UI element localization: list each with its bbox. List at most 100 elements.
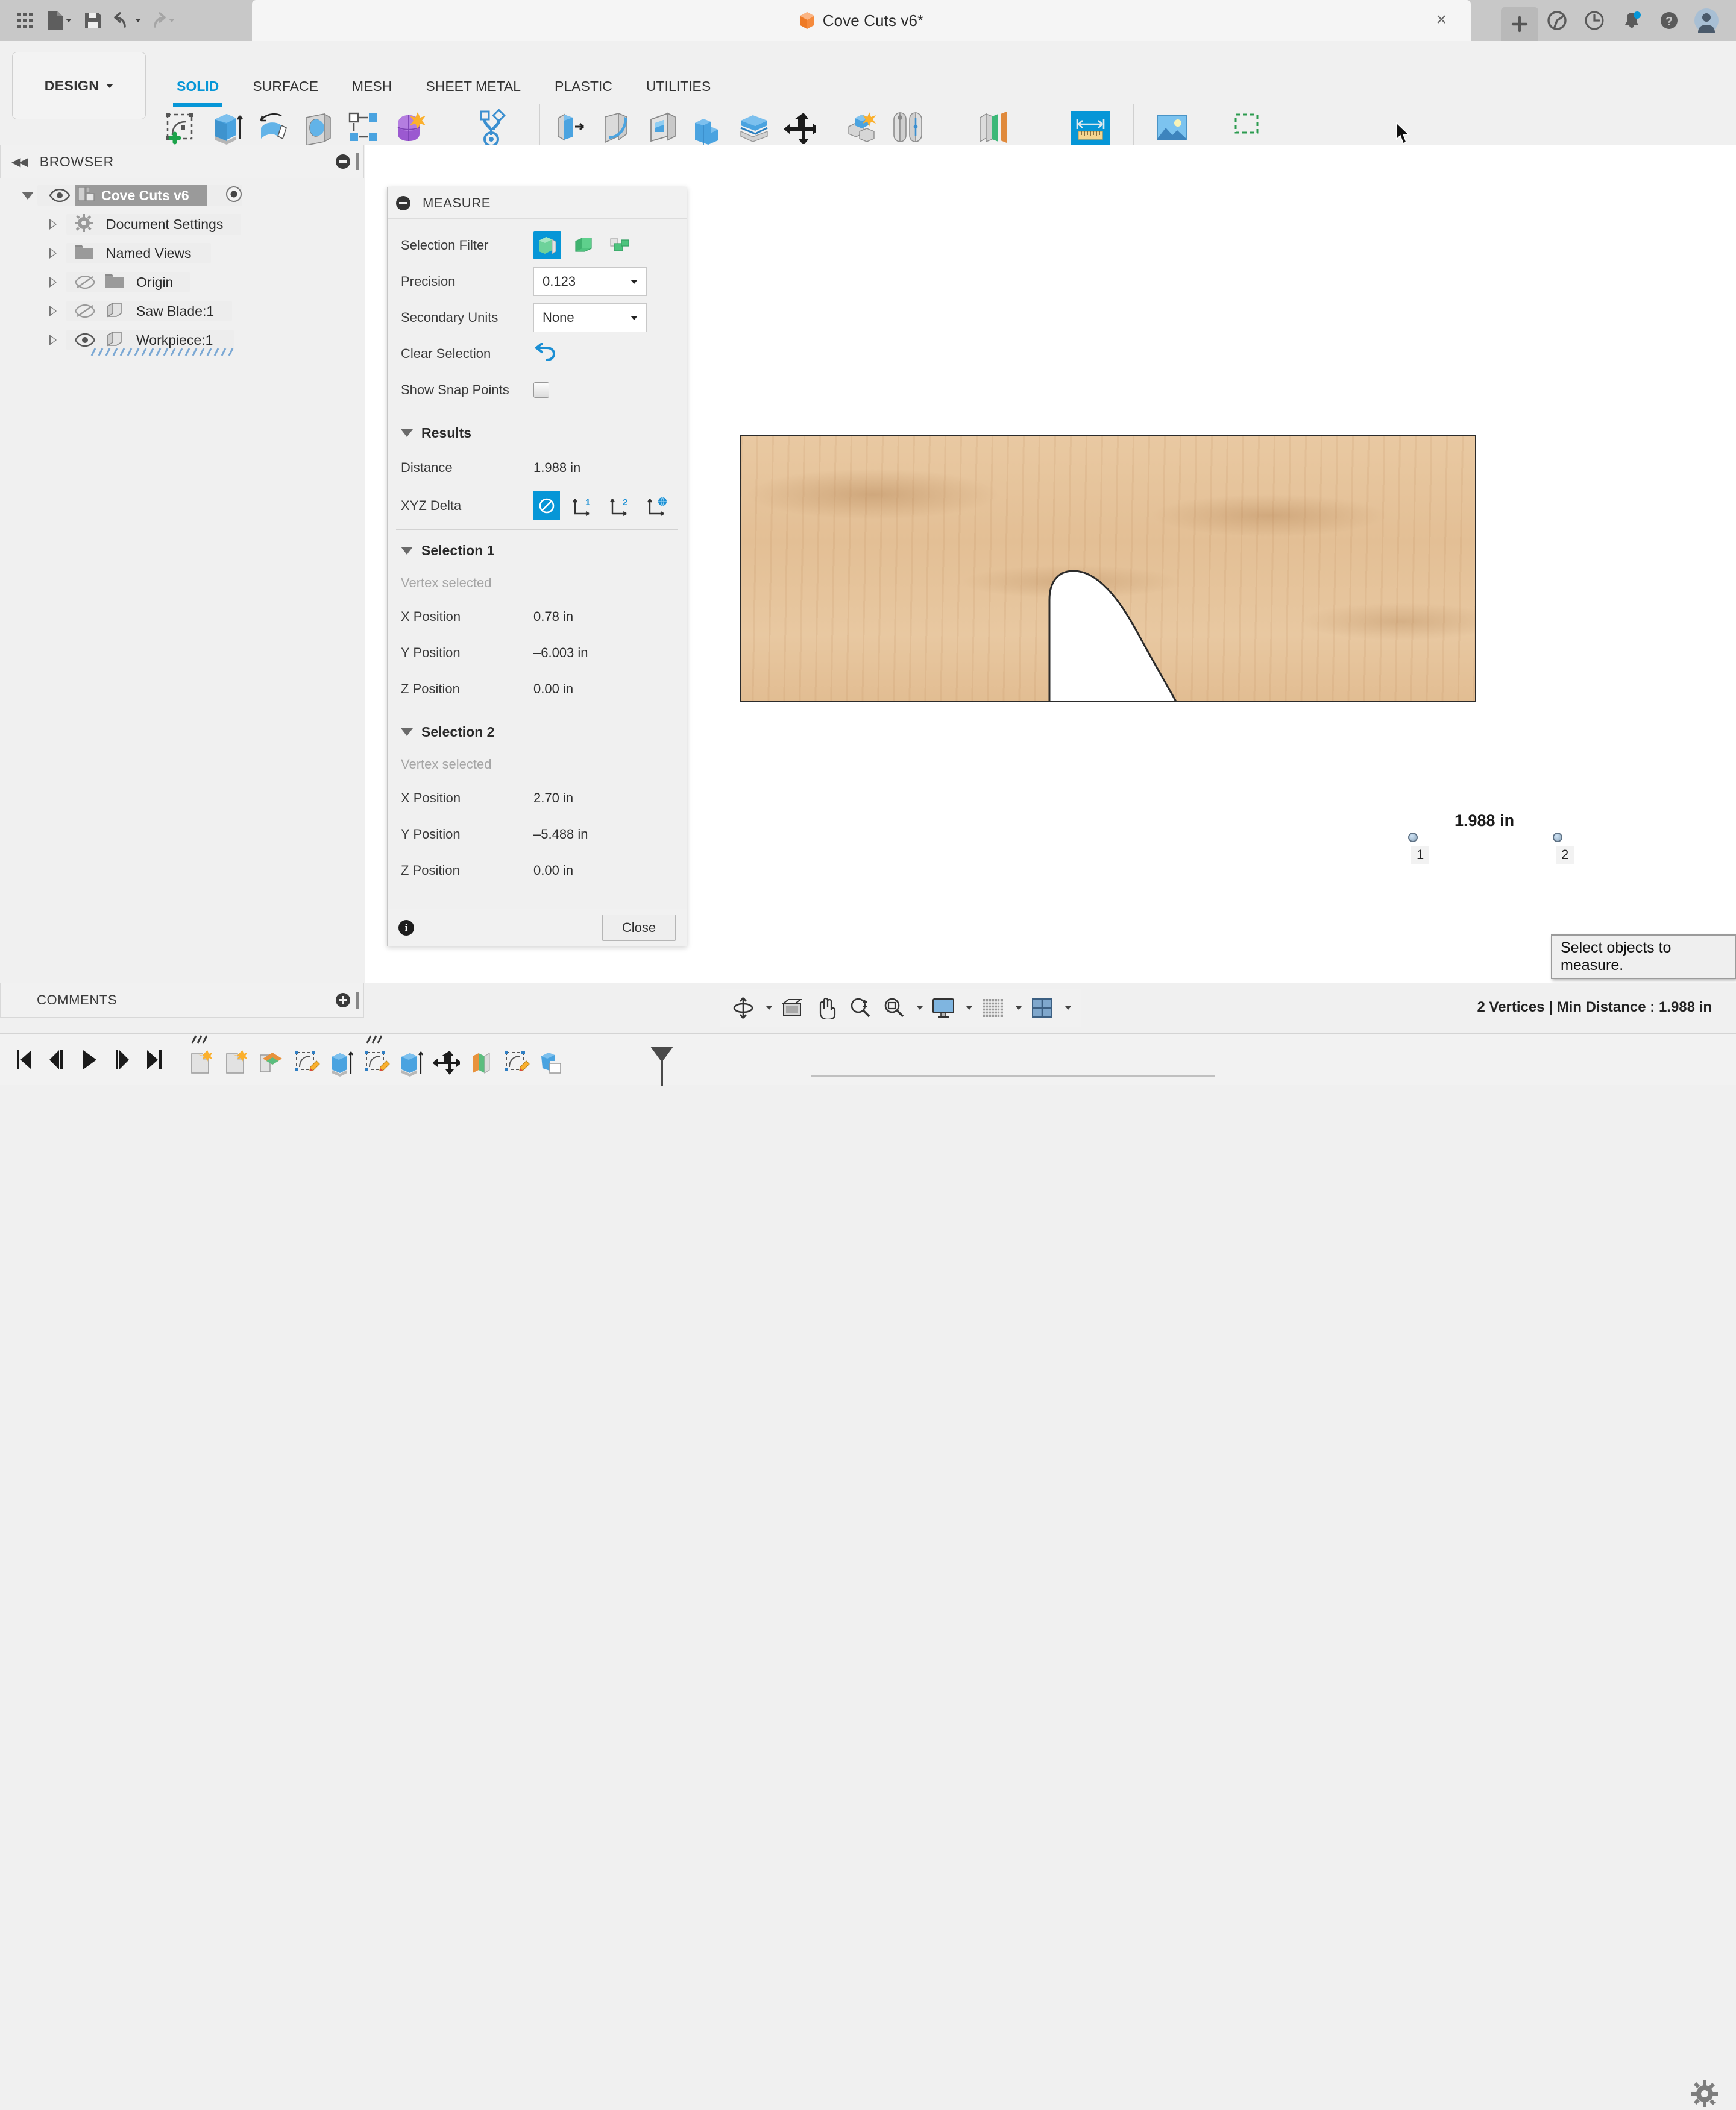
fit-icon[interactable] (878, 992, 910, 1024)
account-avatar[interactable] (1688, 0, 1725, 41)
collapse-arrow-icon[interactable] (401, 429, 413, 437)
new-file-icon[interactable] (42, 3, 76, 38)
timeline-item-plane[interactable] (464, 1044, 499, 1082)
workspace-switcher[interactable]: DESIGN (12, 52, 146, 119)
tab-sheet-metal[interactable]: SHEET METAL (409, 78, 538, 100)
jump-to-end-icon[interactable] (141, 1044, 168, 1076)
visibility-eye-icon[interactable] (49, 188, 71, 203)
insert-image-icon[interactable] (1151, 106, 1193, 150)
pan-hand-icon[interactable] (811, 992, 842, 1024)
tab-mesh[interactable]: MESH (335, 78, 409, 100)
browser-item-named-views[interactable]: Named Views (0, 239, 364, 268)
vertex-marker-1[interactable] (1408, 833, 1418, 842)
xyz-delta-none-icon[interactable] (533, 491, 560, 520)
step-forward-icon[interactable] (108, 1044, 135, 1076)
recent-icon[interactable] (1576, 0, 1613, 41)
visibility-eye-icon[interactable] (74, 333, 96, 347)
xyz-delta-world-icon[interactable] (646, 491, 672, 520)
timeline-item-plane[interactable] (254, 1044, 289, 1082)
close-button[interactable]: Close (602, 914, 676, 941)
viewports-icon[interactable] (1027, 992, 1058, 1024)
timeline-item-sketch[interactable] (499, 1044, 534, 1082)
browser-item-document-settings[interactable]: Document Settings (0, 210, 364, 239)
timeline-item-extrude[interactable] (324, 1044, 359, 1082)
secondary-units-select[interactable]: None (533, 303, 647, 332)
timeline-item-extrude[interactable] (394, 1044, 429, 1082)
chevron-down-icon[interactable] (961, 992, 975, 1024)
combine-icon[interactable] (687, 106, 729, 150)
look-at-icon[interactable] (777, 992, 808, 1024)
undo-icon[interactable] (110, 3, 143, 38)
minimize-icon[interactable] (396, 195, 410, 210)
revolve-icon[interactable] (251, 106, 294, 150)
zoom-icon[interactable] (844, 992, 876, 1024)
selection2-section-header[interactable]: Selection 2 (388, 715, 687, 749)
expander-down-icon[interactable] (22, 191, 34, 200)
sweep-icon[interactable] (297, 106, 339, 150)
collapse-left-icon[interactable]: ◀◀ (11, 154, 28, 169)
timeline-settings-gear-icon[interactable] (1691, 2080, 1718, 2107)
form-icon[interactable] (389, 106, 431, 150)
minimize-icon[interactable] (336, 154, 350, 169)
automate-icon[interactable] (467, 106, 514, 150)
expander-right-icon[interactable] (49, 248, 57, 259)
precision-select[interactable]: 0.123 (533, 267, 647, 296)
selection1-section-header[interactable]: Selection 1 (388, 534, 687, 567)
grid-snap-icon[interactable] (977, 992, 1008, 1024)
timeline-item-move-copy[interactable] (429, 1044, 464, 1082)
orbit-icon[interactable] (728, 992, 759, 1024)
timeline-item-sketch[interactable] (289, 1044, 324, 1082)
select-faces-icon[interactable] (533, 231, 561, 259)
expander-right-icon[interactable] (49, 277, 57, 288)
create-sketch-icon[interactable] (160, 106, 202, 150)
tab-utilities[interactable]: UTILITIES (629, 78, 728, 100)
browser-item-origin[interactable]: Origin (0, 268, 364, 297)
close-icon[interactable]: × (1436, 11, 1447, 29)
press-pull-icon[interactable] (550, 106, 592, 150)
timeline-item-sketch[interactable] (359, 1035, 394, 1082)
visibility-hidden-icon[interactable] (74, 304, 96, 318)
add-comment-icon[interactable] (336, 993, 350, 1007)
undo-arrow-icon[interactable] (533, 342, 556, 365)
grid-apps-icon[interactable] (8, 3, 42, 38)
jump-to-beginning-icon[interactable] (11, 1044, 37, 1076)
display-settings-icon[interactable] (928, 992, 959, 1024)
expander-right-icon[interactable] (49, 335, 57, 345)
show-snap-points-checkbox[interactable] (533, 382, 549, 398)
tab-surface[interactable]: SURFACE (236, 78, 335, 100)
collapse-arrow-icon[interactable] (401, 728, 413, 736)
offset-plane-icon[interactable] (972, 106, 1014, 150)
collapse-arrow-icon[interactable] (401, 546, 413, 555)
extensions-icon[interactable] (1538, 0, 1576, 41)
browser-item-workpiece[interactable]: Workpiece:1 (0, 326, 364, 356)
step-back-icon[interactable] (43, 1044, 70, 1076)
chevron-down-icon[interactable] (1060, 992, 1074, 1024)
chevron-down-icon[interactable] (912, 992, 925, 1024)
activate-component-radio[interactable] (225, 186, 242, 206)
timeline-item-combine[interactable] (534, 1044, 569, 1082)
extrude-icon[interactable] (206, 106, 248, 150)
notifications-icon[interactable] (1613, 0, 1650, 41)
browser-item-cove-cuts-v6[interactable]: Cove Cuts v6 (0, 181, 364, 210)
timeline-end-marker[interactable] (650, 1046, 673, 1086)
shell-icon[interactable] (641, 106, 684, 150)
xyz-delta-selection1-icon[interactable]: 1 (571, 491, 597, 520)
panel-resize-handle[interactable] (356, 992, 359, 1009)
split-face-icon[interactable] (733, 106, 775, 150)
xyz-delta-selection2-icon[interactable]: 2 (608, 491, 635, 520)
measure-dialog[interactable]: MEASURE Selection Filter Precision 0.123 (387, 187, 687, 946)
results-section-header[interactable]: Results (388, 416, 687, 450)
new-tab-button[interactable] (1501, 7, 1538, 41)
fillet-icon[interactable] (596, 106, 638, 150)
select-window-icon[interactable] (1228, 106, 1271, 150)
help-icon[interactable]: ? (1650, 0, 1688, 41)
panel-resize-handle[interactable] (356, 153, 359, 170)
tab-solid[interactable]: SOLID (160, 78, 236, 107)
tab-plastic[interactable]: PLASTIC (538, 78, 629, 100)
save-icon[interactable] (76, 3, 110, 38)
pattern-icon[interactable] (343, 106, 385, 150)
document-tab[interactable]: Cove Cuts v6* × (252, 0, 1471, 41)
timeline-item-new-component[interactable] (219, 1044, 254, 1082)
timeline-item-new-component[interactable] (184, 1035, 219, 1082)
expander-right-icon[interactable] (49, 219, 57, 230)
